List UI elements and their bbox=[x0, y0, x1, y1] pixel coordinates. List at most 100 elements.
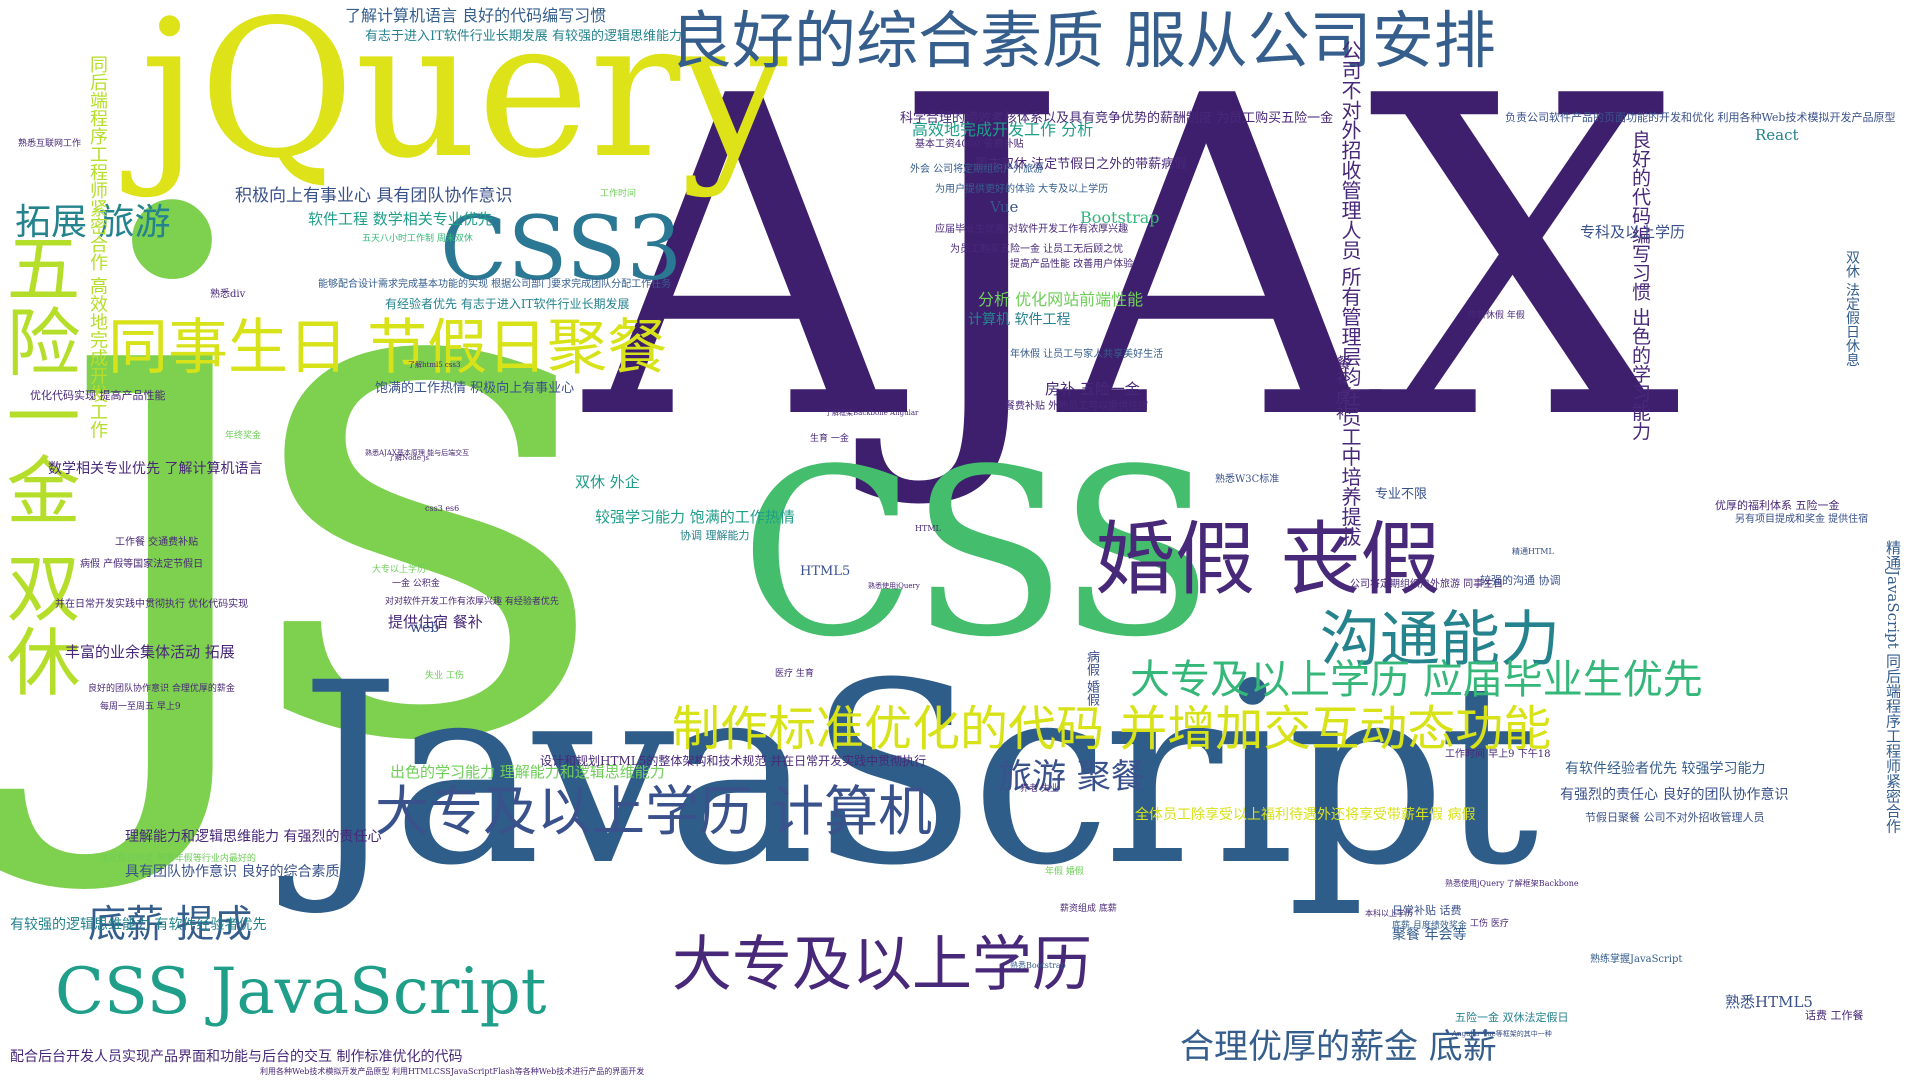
phrase-optimize-code: 优化代码实现 提高产品性能 bbox=[30, 389, 166, 402]
phrase-buy-insurance: 为员工购买五险一金 让员工无后顾之忧 bbox=[950, 244, 1124, 255]
phrase-improve-perf: 提高产品性能 改善用户体验 bbox=[1010, 259, 1134, 270]
phrase-css3-es6: css3 es6 bbox=[425, 504, 460, 513]
phrase-birthday-party: 同事生日 节假日聚餐 bbox=[108, 313, 668, 383]
phrase-angular-vue: Angular Vue等框架的其中一种 bbox=[1452, 1030, 1552, 1038]
phrase-year-end: 年终奖金 bbox=[225, 431, 262, 441]
phrase-work-hours: 工作时间 早上9 下午18 bbox=[1445, 749, 1551, 760]
phrase-computer-se: 计算机 软件工程 bbox=[968, 312, 1071, 328]
phrase-ajax-principle: 熟悉AJAX基本原理 能与后端交互 bbox=[365, 449, 470, 457]
phrase-it-career: 有志于进入IT软件行业长期发展 有较强的逻辑思维能力 bbox=[365, 29, 682, 44]
phrase-pension: 养老 失业 bbox=[1020, 784, 1059, 794]
phrase-optimize-perf: 分析 优化网站前端性能 bbox=[978, 290, 1144, 309]
phrase-positive: 积极向上有事业心 具有团队协作意识 bbox=[235, 186, 513, 206]
phrase-familiar-html5: 熟悉HTML5 bbox=[1725, 993, 1813, 1011]
phrase-meal-housing: 餐补 房补 bbox=[1334, 355, 1352, 420]
phrase-div: 熟悉div bbox=[210, 289, 246, 300]
phrase-efficient-dev: 高效地完成开发工作 分析 bbox=[912, 120, 1094, 139]
phrase-user-experience: 为用户提供更好的体验 大专及以上学历 bbox=[935, 184, 1109, 195]
phrase-learning: 较强学习能力 饱满的工作热情 bbox=[595, 508, 795, 526]
phrase-full-passion: 饱满的工作热情 积极向上有事业心 bbox=[375, 381, 575, 396]
phrase-project-bonus: 另有项目提成和奖金 提供住宿 bbox=[1735, 514, 1869, 525]
phrase-college-computer: 大专及以上学历 计算机 bbox=[375, 780, 933, 843]
phrase-any-major: 专业不限 bbox=[1375, 487, 1428, 502]
phrase-responsibility: 有强烈的责任心 良好的团队协作意识 bbox=[1560, 787, 1789, 803]
phrase-unemployment: 失业 工伤 bbox=[425, 671, 464, 681]
phrase-exp-preferred: 有经验者优先 有志于进入IT软件行业长期发展 bbox=[385, 297, 630, 311]
phrase-activities: 丰富的业余集体活动 拓展 bbox=[65, 643, 235, 661]
phrase-html5-css3: 了解html5 css3 bbox=[408, 361, 461, 369]
phrase-coding-habit: 良好的代码编写习惯 出色的学习能力 bbox=[1629, 130, 1651, 441]
phrase-double-foreign: 双休 外企 bbox=[575, 473, 640, 491]
phrase-backend-interface: 配合后台开发人员实现产品界面和功能与后台的交互 制作标准优化的代码 bbox=[10, 1049, 463, 1065]
word-vue: Vue bbox=[990, 198, 1019, 216]
phrase-insurance-weekend: 五险一金 双休法定假日 bbox=[1455, 1011, 1569, 1024]
phrase-software-exp: 有软件经验者优先 较强学习能力 bbox=[1565, 761, 1766, 777]
phrase-medical-birth: 医疗 生育 bbox=[775, 669, 814, 679]
phrase-legal-holidays: 病假 产假等国家法定节假日 bbox=[80, 559, 204, 570]
word-html: HTML bbox=[915, 524, 941, 533]
phrase-maternity: 生育 一金 bbox=[810, 434, 849, 444]
phrase-design-req: 能够配合设计需求完成基本功能的实现 根据公司部门要求完成团队分配工作任务 bbox=[318, 279, 672, 290]
phrase-salary-composition: 薪资组成 底薪 bbox=[1060, 904, 1117, 914]
phrase-master-js-small: 熟练掌握JavaScript bbox=[1590, 954, 1683, 965]
phrase-paid-holiday: 法定假日休息 带薪年假等行业内最好的 bbox=[100, 854, 256, 864]
phrase-internal-promotion: 公司不对外招收管理人员 所有管理层均在员工中培养提拔 bbox=[1338, 40, 1362, 547]
phrase-logic: 有较强的逻辑思维能力 有软件经验者优先 bbox=[10, 917, 267, 933]
phrase-basic-salary: 基本工资4000 餐费补贴 bbox=[915, 139, 1024, 150]
phrase-injury-medical: 工伤 医疗 bbox=[1470, 919, 1509, 929]
phrase-fresh-interest: 应届毕业生优先 对软件开发工作有浓厚兴趣 bbox=[935, 224, 1129, 235]
phrase-coordination: 协调 理解能力 bbox=[680, 529, 750, 542]
word-cloud: AJAX js JavaScript jQuery CSS CSS3 五险一金 … bbox=[0, 0, 1920, 1080]
phrase-housing-insurance: 房补 五险一金 bbox=[1045, 380, 1140, 398]
phrase-work-time: 工作时间 bbox=[600, 189, 637, 199]
phrase-jquery-backbone: 熟悉使用jQuery 了解框架Backbone bbox=[1445, 879, 1579, 888]
phrase-college-above: 大专以上学历 bbox=[372, 565, 427, 575]
phrase-specialist: 专科及以上学历 bbox=[1580, 223, 1686, 241]
phrase-exp-first: 对对软件开发工作有浓厚兴趣 有经验者优先 bbox=[385, 597, 559, 607]
word-html-master: 精通HTML bbox=[1512, 547, 1554, 556]
phrase-salary: 合理优厚的薪金 底薪 bbox=[1180, 1027, 1497, 1067]
phrase-five-days: 五天八小时工作制 周末双休 bbox=[362, 234, 473, 244]
phrase-meal-transport: 工作餐 交通费补贴 bbox=[115, 537, 199, 548]
phrase-product-page: 负责公司软件产品的页面功能的开发和优化 利用各种Web技术模拟开发产品原型 bbox=[1505, 111, 1896, 124]
phrase-annual-leave: 年休假 让员工与家人共享美好生活 bbox=[1010, 349, 1164, 360]
phrase-html5-architecture: 设计和规划HTML5的整体架构和技术规范 并在日常开发实践中贯彻执行 bbox=[540, 754, 927, 768]
phrase-mon-fri: 每周一至周五 早上9 bbox=[100, 702, 181, 712]
phrase-master-js: 精通JavaScript 同后端程序工程师紧密合作 bbox=[1884, 540, 1902, 834]
phrase-good-quality: 良好的综合素质 服从公司安排 bbox=[670, 4, 1496, 77]
phrase-software-eng: 软件工程 数学相关专业优先 bbox=[308, 210, 493, 228]
phrase-team-salary: 良好的团队协作意识 合理优厚的薪金 bbox=[88, 684, 235, 694]
phrase-monthly-bonus: 底薪 月度绩效奖金 bbox=[1392, 921, 1467, 931]
phrase-backbone: 了解框架Backbone Angular bbox=[825, 409, 919, 417]
phrase-w3c: 熟悉W3C标准 bbox=[1215, 474, 1280, 485]
phrase-daily-practice: 并在日常开发实践中贯彻执行 优化代码实现 bbox=[55, 599, 249, 610]
word-html5: HTML5 bbox=[800, 564, 851, 579]
phrase-welfare: 优厚的福利体系 五险一金 bbox=[1715, 499, 1840, 512]
phrase-bachelor: 本科以上学历 bbox=[1365, 909, 1413, 918]
phrase-holiday-dinner: 节假日聚餐 公司不对外招收管理人员 bbox=[1585, 811, 1765, 824]
phrase-annual-wedding: 年假 婚假 bbox=[1045, 867, 1084, 877]
phrase-learn-language: 了解计算机语言 良好的代码编写习惯 bbox=[345, 6, 607, 25]
phrase-meal-subsidy: 餐费补贴 外地员工可以提供住宿 bbox=[1005, 401, 1149, 412]
phrase-double-rest: 双休 法定假日休息 bbox=[1844, 250, 1860, 367]
phrase-provident-fund: 一金 公积金 bbox=[392, 579, 440, 589]
phrase-paid-leave: 全体员工除享受以上福利待遇外还将享受带薪年假 病假 bbox=[1135, 807, 1476, 823]
phrase-sick-wedding: web bbox=[410, 620, 440, 636]
phrase-internet-work: 熟悉互联网工作 bbox=[18, 139, 82, 149]
word-react: React bbox=[1755, 126, 1799, 144]
phrase-teamwork: 具有团队协作意识 良好的综合素质 bbox=[125, 864, 340, 880]
phrase-outing: 外会 公司将定期组织户外旅游 bbox=[910, 164, 1044, 175]
phrase-phone-meal: 话费 工作餐 bbox=[1805, 1009, 1864, 1022]
phrase-jquery-use: 熟悉使用jQuery bbox=[868, 582, 920, 590]
phrase-understanding: 理解能力和逻辑思维能力 有强烈的责任心 bbox=[125, 829, 382, 845]
phrase-outing-birthday: 公司将定期组织户外旅游 同事生日 bbox=[1350, 579, 1504, 590]
phrase-css-javascript: CSS JavaScript bbox=[55, 955, 547, 1029]
phrase-backend-teamwork: 同后端程序工程师紧密合作 高效地完成开发工作 bbox=[87, 55, 108, 439]
phrase-bootstrap-familiar: 熟悉Bootstrap bbox=[1010, 961, 1066, 970]
phrase-standard-code: 制作标准优化的代码 并增加交互动态功能 bbox=[672, 701, 1552, 757]
phrase-web-prototype: 利用各种Web技术模拟开发产品原型 利用HTMLCSSJavaScriptFla… bbox=[260, 1067, 645, 1076]
phrase-math-major: 数学相关专业优先 了解计算机语言 bbox=[48, 461, 263, 477]
word-web: 病假 婚假 bbox=[1084, 650, 1099, 707]
phrase-college-fresh: 大专及以上学历 应届毕业生优先 bbox=[1130, 657, 1703, 703]
phrase-paid-vacation: 带薪休假 年假 bbox=[1468, 311, 1525, 321]
